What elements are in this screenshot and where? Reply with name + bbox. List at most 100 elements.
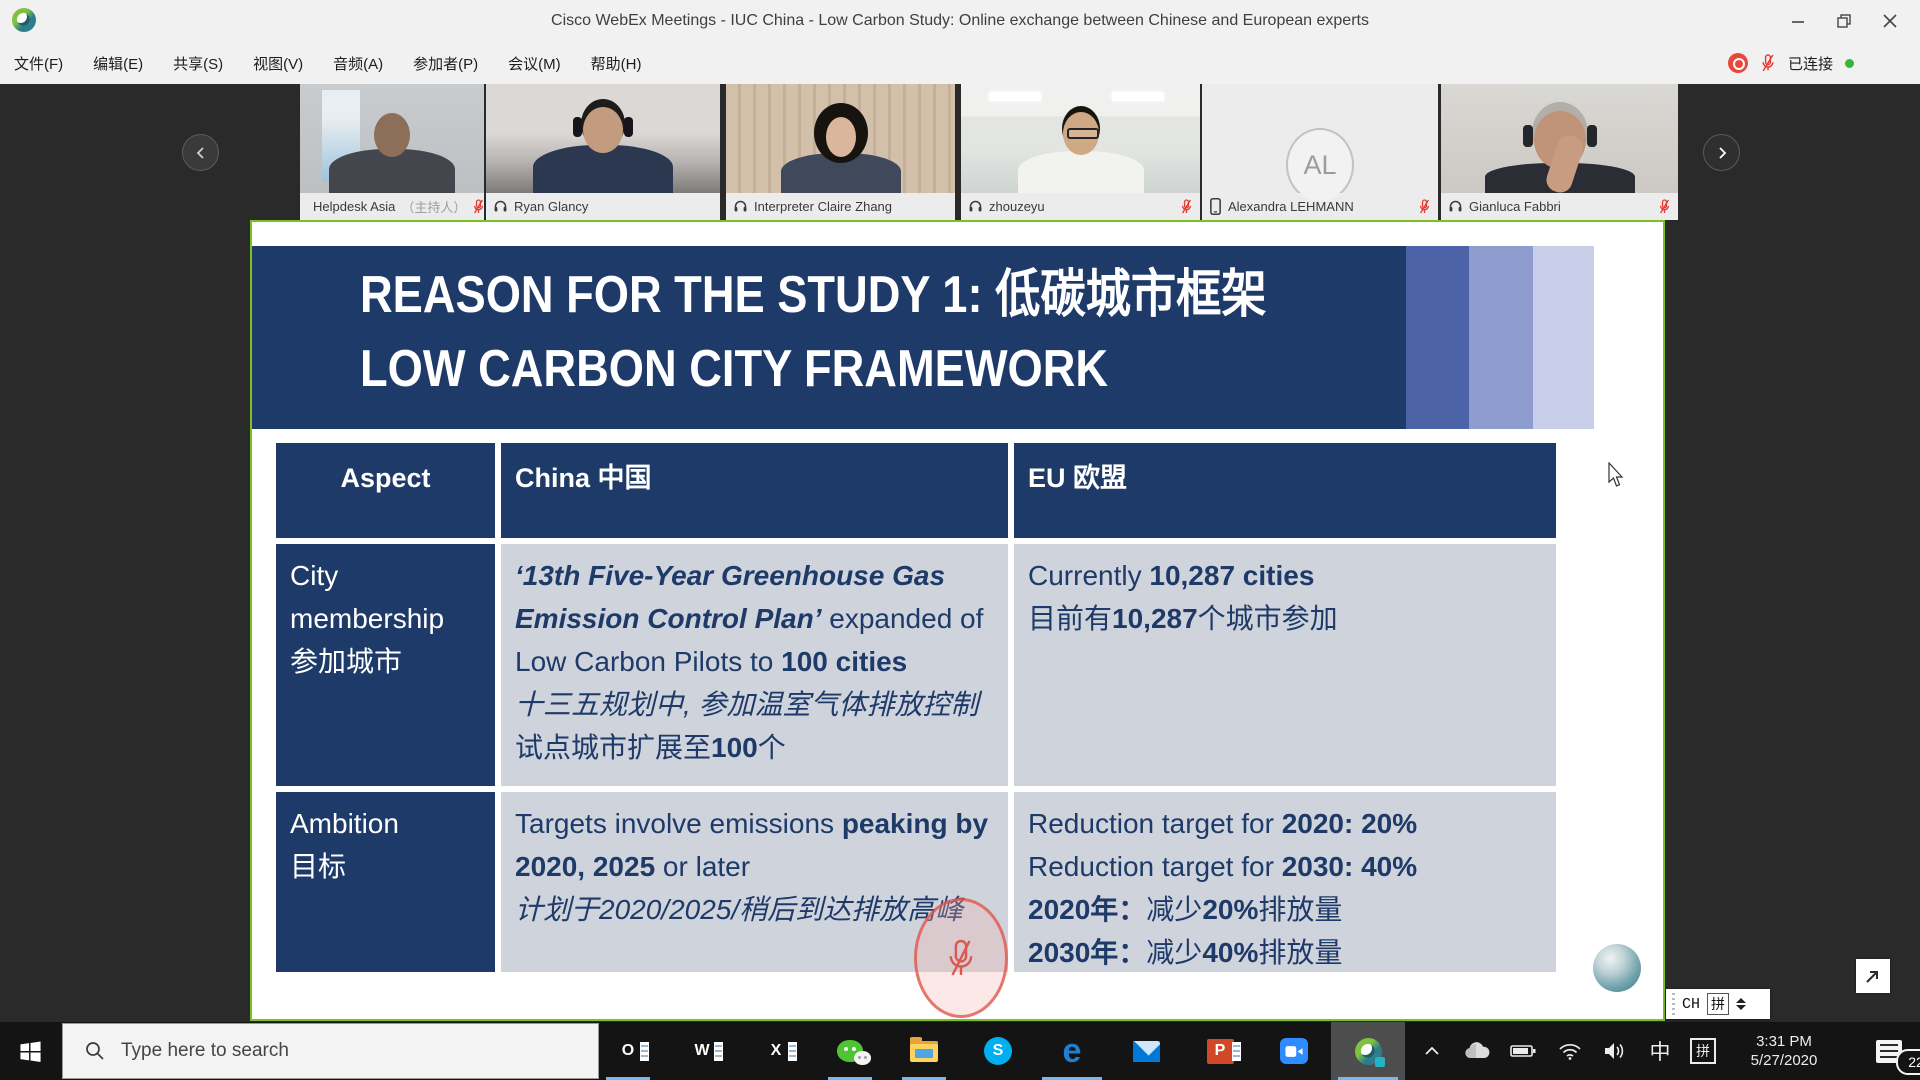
- text-run-zh-bold: 2030年：: [1028, 937, 1146, 968]
- wechat-icon: [837, 1040, 863, 1062]
- taskbar-app-excel[interactable]: X: [739, 1022, 813, 1080]
- tray-ime-pinyin[interactable]: 拼: [1684, 1022, 1722, 1080]
- participant-name-bar: zhouzeyu: [961, 193, 1200, 220]
- taskbar-app-skype[interactable]: S: [961, 1022, 1035, 1080]
- ceiling-light-decor: [989, 92, 1041, 101]
- video-tile-helpdesk-asia[interactable]: Helpdesk Asia （主持人）: [300, 84, 484, 220]
- tray-action-center[interactable]: 22: [1858, 1022, 1920, 1080]
- popout-view-button[interactable]: [1856, 959, 1890, 993]
- menu-meeting[interactable]: 会议(M): [508, 53, 561, 74]
- start-button[interactable]: [0, 1022, 60, 1080]
- text-run: Targets involve emissions: [515, 808, 842, 839]
- taskbar-app-powerpoint[interactable]: P: [1183, 1022, 1257, 1080]
- search-input[interactable]: [119, 1039, 563, 1063]
- taskbar-app-video-meetings[interactable]: [1257, 1022, 1331, 1080]
- ime-language-code[interactable]: CH: [1682, 996, 1700, 1013]
- participant-name-bar: Interpreter Claire Zhang: [726, 193, 955, 220]
- popout-arrow-icon: [1863, 966, 1883, 986]
- mail-icon: [1133, 1041, 1160, 1062]
- word-letter: W: [694, 1042, 709, 1060]
- notification-badge: 22: [1896, 1049, 1920, 1075]
- slide-title-line1: REASON FOR THE STUDY 1: 低碳城市框架: [360, 258, 1267, 332]
- close-button[interactable]: [1870, 8, 1910, 34]
- video-tile-claire-zhang[interactable]: Interpreter Claire Zhang: [726, 84, 955, 220]
- shared-screen-slide: REASON FOR THE STUDY 1: 低碳城市框架 LOW CARBO…: [250, 220, 1665, 1021]
- taskbar-app-mail[interactable]: [1109, 1022, 1183, 1080]
- muted-mic-icon: [1180, 197, 1193, 216]
- headset-icon: [733, 199, 748, 214]
- participant-silhouette: [814, 103, 868, 163]
- muted-mic-icon[interactable]: [1760, 52, 1776, 74]
- video-tile-alexandra-lehmann[interactable]: AL Alexandra LEHMANN: [1202, 84, 1438, 220]
- banner-stripe-decor: [1533, 246, 1594, 429]
- tray-wifi[interactable]: [1551, 1022, 1589, 1080]
- tray-show-hidden-icons[interactable]: [1418, 1022, 1446, 1080]
- ime-pinyin-toggle[interactable]: 拼: [1707, 993, 1729, 1015]
- text-run: or later: [655, 851, 750, 882]
- tray-clock[interactable]: 3:31 PM 5/27/2020: [1729, 1022, 1839, 1080]
- close-icon: [1883, 14, 1897, 28]
- text-run-bold: 2020: 20%: [1282, 808, 1417, 839]
- taskbar-app-edge[interactable]: e: [1035, 1022, 1109, 1080]
- video-tile-ryan-glancy[interactable]: Ryan Glancy: [486, 84, 720, 220]
- tray-volume[interactable]: [1596, 1022, 1634, 1080]
- menu-share[interactable]: 共享(S): [173, 53, 223, 74]
- aspect-zh: 参加城市: [290, 640, 481, 683]
- participant-name-bar: Ryan Glancy: [486, 193, 720, 220]
- slide-title-line2: LOW CARBON CITY FRAMEWORK: [360, 332, 1267, 406]
- text-run-zh: 排放量: [1258, 894, 1342, 925]
- muted-mic-icon: [944, 935, 978, 981]
- tray-ime-chinese[interactable]: 中: [1642, 1022, 1678, 1080]
- text-run-zh-bold: 2020年：: [1028, 894, 1146, 925]
- participant-name: Alexandra LEHMANN: [1228, 199, 1354, 214]
- video-tile-zhouzeyu[interactable]: zhouzeyu: [961, 84, 1200, 220]
- scroll-right-button[interactable]: [1703, 134, 1740, 171]
- phone-device-icon: [1209, 198, 1222, 215]
- menu-participants[interactable]: 参加者(P): [413, 53, 478, 74]
- taskbar-app-word[interactable]: W: [665, 1022, 739, 1080]
- battery-icon: [1510, 1044, 1536, 1058]
- row-ambition-eu: Reduction target for 2020: 20% Reduction…: [1014, 792, 1556, 972]
- title-bar: Cisco WebEx Meetings - IUC China - Low C…: [0, 0, 1920, 42]
- muted-mic-icon: [472, 197, 484, 216]
- taskbar-app-file-explorer[interactable]: [887, 1022, 961, 1080]
- ime-language-bar[interactable]: CH 拼: [1666, 989, 1770, 1019]
- record-indicator-icon[interactable]: [1728, 53, 1748, 73]
- video-still: [961, 84, 1200, 193]
- chevron-up-icon: [1424, 1045, 1440, 1057]
- minimize-button[interactable]: [1778, 8, 1818, 34]
- tray-battery[interactable]: [1504, 1022, 1542, 1080]
- menu-file[interactable]: 文件(F): [14, 53, 63, 74]
- video-strip: Helpdesk Asia （主持人） Ryan Glancy Int: [0, 84, 1920, 220]
- row-city-membership-label: City membership 参加城市: [276, 544, 495, 786]
- menu-view[interactable]: 视图(V): [253, 53, 303, 74]
- restore-button[interactable]: [1824, 8, 1864, 34]
- powerpoint-icon: P: [1207, 1039, 1234, 1064]
- text-run-zh-bold: 100: [711, 732, 758, 763]
- participant-silhouette: [583, 107, 623, 153]
- row-ambition-label: Ambition 目标: [276, 792, 495, 972]
- menu-edit[interactable]: 编辑(E): [93, 53, 143, 74]
- edge-icon: e: [1063, 1036, 1082, 1066]
- aspect-en: City membership: [290, 560, 444, 634]
- connected-label: 已连接: [1788, 53, 1833, 74]
- tray-onedrive[interactable]: [1458, 1022, 1496, 1080]
- taskbar-app-outlook[interactable]: O: [591, 1022, 665, 1080]
- taskbar-app-wechat[interactable]: [813, 1022, 887, 1080]
- text-run-zh: 减少: [1146, 894, 1202, 925]
- text-run: Reduction target for: [1028, 851, 1282, 882]
- participant-name-bar: Helpdesk Asia （主持人）: [300, 193, 484, 220]
- menu-audio[interactable]: 音频(A): [333, 53, 383, 74]
- skype-letter: S: [993, 1042, 1004, 1060]
- text-run-zh: 排放量: [1258, 937, 1342, 968]
- taskbar-app-webex[interactable]: [1331, 1022, 1405, 1080]
- ime-options-spinner[interactable]: [1736, 998, 1746, 1010]
- ime-drag-handle[interactable]: [1672, 993, 1675, 1015]
- menu-help[interactable]: 帮助(H): [591, 53, 642, 74]
- video-tile-gianluca-fabbri[interactable]: Gianluca Fabbri: [1441, 84, 1678, 220]
- scroll-left-button[interactable]: [182, 134, 219, 171]
- taskbar-search[interactable]: [62, 1023, 599, 1079]
- text-run-zh-bold: 10,287: [1112, 603, 1198, 634]
- muted-mic-icon: [1658, 197, 1671, 216]
- powerpoint-letter: P: [1215, 1042, 1226, 1060]
